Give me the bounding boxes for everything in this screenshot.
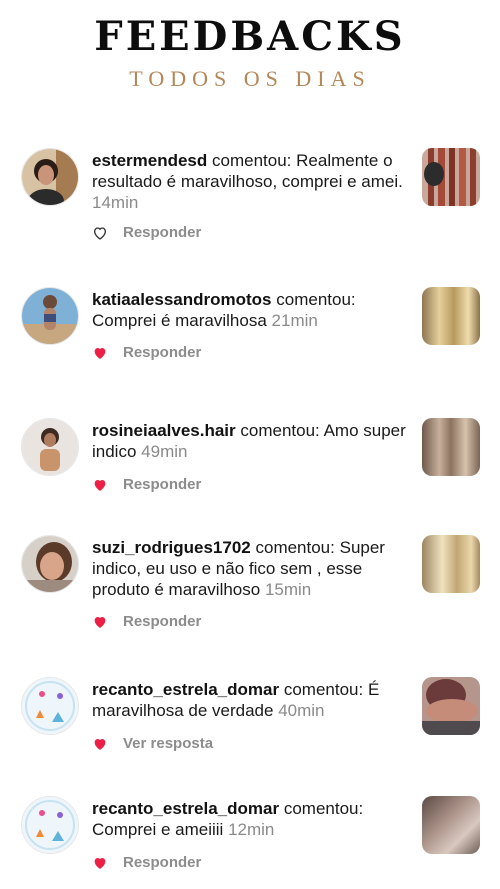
heart-icon[interactable] — [92, 855, 108, 871]
comment-actions: Responder — [92, 854, 201, 871]
page-subtitle: TODOS OS DIAS — [129, 66, 371, 91]
post-thumbnail[interactable] — [422, 148, 480, 206]
avatar[interactable] — [21, 677, 79, 735]
page-header: FEEDBACKS TODOS OS DIAS — [0, 0, 500, 92]
comment-actions: Ver resposta — [92, 735, 213, 752]
comment-verb: comentou: — [276, 290, 356, 309]
comment-time: 15min — [264, 580, 312, 599]
post-thumbnail[interactable] — [422, 287, 480, 345]
comment-actions: Responder — [92, 476, 201, 493]
heart-icon[interactable] — [92, 345, 108, 361]
avatar[interactable] — [21, 535, 79, 593]
post-thumbnail[interactable] — [422, 418, 480, 476]
comment-actions: Responder — [92, 613, 201, 630]
comment-username[interactable]: katiaalessandromotos — [92, 290, 272, 309]
comment-actions: Responder — [92, 224, 201, 241]
reply-button[interactable]: Responder — [123, 854, 201, 871]
page-title: FEEDBACKS — [94, 13, 406, 60]
comment-verb: comentou: — [283, 799, 364, 818]
heart-icon[interactable] — [92, 225, 108, 241]
reply-button[interactable]: Responder — [123, 344, 201, 361]
comment-time: 49min — [141, 442, 188, 461]
comment-verb: comentou: — [240, 421, 320, 440]
avatar[interactable] — [21, 796, 79, 854]
reply-button[interactable]: Responder — [123, 613, 201, 630]
comment-username[interactable]: rosineiaalves.hair — [92, 421, 236, 440]
reply-button[interactable]: Responder — [123, 224, 201, 241]
comment-body: Comprei é maravilhosa — [92, 311, 267, 330]
comment-username[interactable]: suzi_rodrigues1702 — [92, 538, 251, 557]
heart-icon[interactable] — [92, 736, 108, 752]
comment-username[interactable]: recanto_estrela_domar — [92, 799, 279, 818]
comment-time: 40min — [278, 701, 325, 720]
comment-time: 12min — [228, 820, 275, 839]
avatar[interactable] — [21, 148, 79, 206]
comment-text: recanto_estrela_domar comentou: Comprei … — [92, 798, 412, 840]
heart-icon[interactable] — [92, 477, 108, 493]
comment-verb: comentou: — [255, 538, 335, 557]
heart-icon[interactable] — [92, 614, 108, 630]
comment-username[interactable]: recanto_estrela_domar — [92, 680, 279, 699]
comment-time: 21min — [271, 311, 318, 330]
comment-text: recanto_estrela_domar comentou: É maravi… — [92, 679, 412, 721]
comment-body: Comprei e ameiiii — [92, 820, 224, 839]
comment-text: katiaalessandromotos comentou: Comprei é… — [92, 289, 412, 331]
comment-text: rosineiaalves.hair comentou: Amo super i… — [92, 420, 412, 462]
post-thumbnail[interactable] — [422, 535, 480, 593]
view-replies-button[interactable]: Ver resposta — [123, 735, 213, 752]
comment-actions: Responder — [92, 344, 201, 361]
avatar[interactable] — [21, 287, 79, 345]
avatar[interactable] — [21, 418, 79, 476]
comment-time: 14min — [92, 193, 139, 212]
comment-text: estermendesd comentou: Realmente o resul… — [92, 150, 412, 213]
comment-text: suzi_rodrigues1702 comentou: Super indic… — [92, 537, 412, 600]
comment-verb: comentou: — [283, 680, 364, 699]
comment-verb: comentou: — [212, 151, 292, 170]
comment-username[interactable]: estermendesd — [92, 151, 207, 170]
reply-button[interactable]: Responder — [123, 476, 201, 493]
post-thumbnail[interactable] — [422, 677, 480, 735]
post-thumbnail[interactable] — [422, 796, 480, 854]
